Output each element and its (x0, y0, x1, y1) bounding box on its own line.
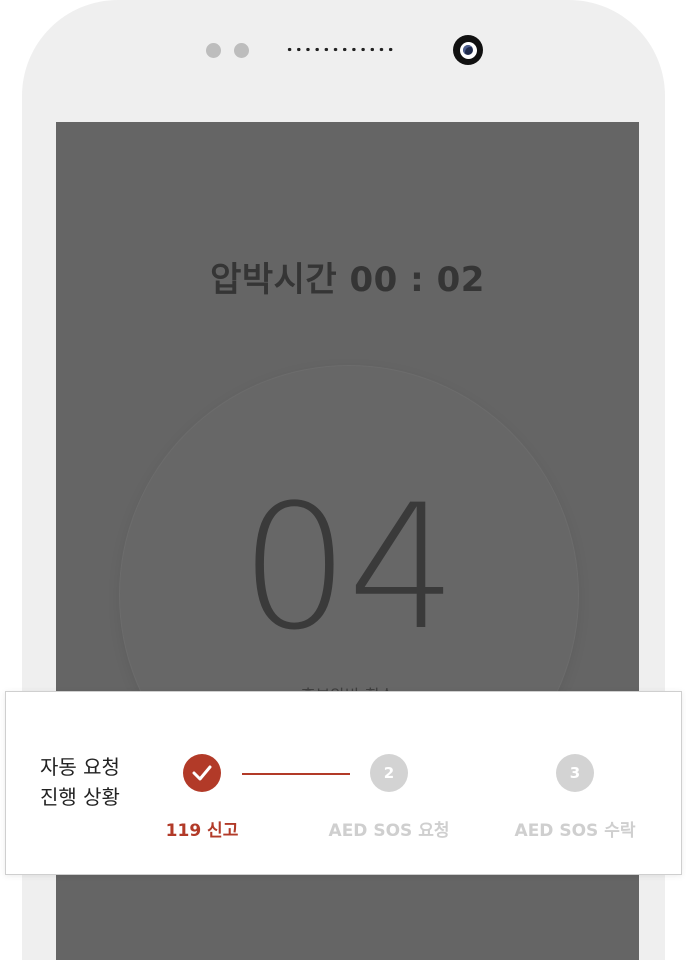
sensor-dot-right (234, 43, 249, 58)
step-3-number: 3 (556, 754, 594, 792)
camera-lens (459, 41, 477, 59)
step-connector (242, 773, 350, 775)
step-3-label: AED SOS 수락 (514, 821, 636, 841)
step-2-number: 2 (370, 754, 408, 792)
camera-pupil (463, 45, 473, 55)
step-1-check-icon (183, 754, 221, 792)
panel-title: 자동 요청 진행 상황 (40, 752, 150, 812)
speaker-grille (285, 47, 395, 52)
step-1-label: 119 신고 (165, 821, 239, 841)
panel-title-line1: 자동 요청 (40, 755, 120, 779)
auto-request-progress-panel: 자동 요청 진행 상황 2 3 119 신고 AED SOS 요청 AED SO… (5, 691, 682, 875)
compression-count: 04 (240, 467, 457, 668)
panel-title-line2: 진행 상황 (40, 785, 120, 809)
sensor-dot-left (206, 43, 221, 58)
camera-icon (453, 35, 483, 65)
compression-timer: 압박시간 00 : 02 (210, 260, 485, 300)
check-icon (192, 765, 212, 781)
step-2-label: AED SOS 요청 (328, 821, 450, 841)
